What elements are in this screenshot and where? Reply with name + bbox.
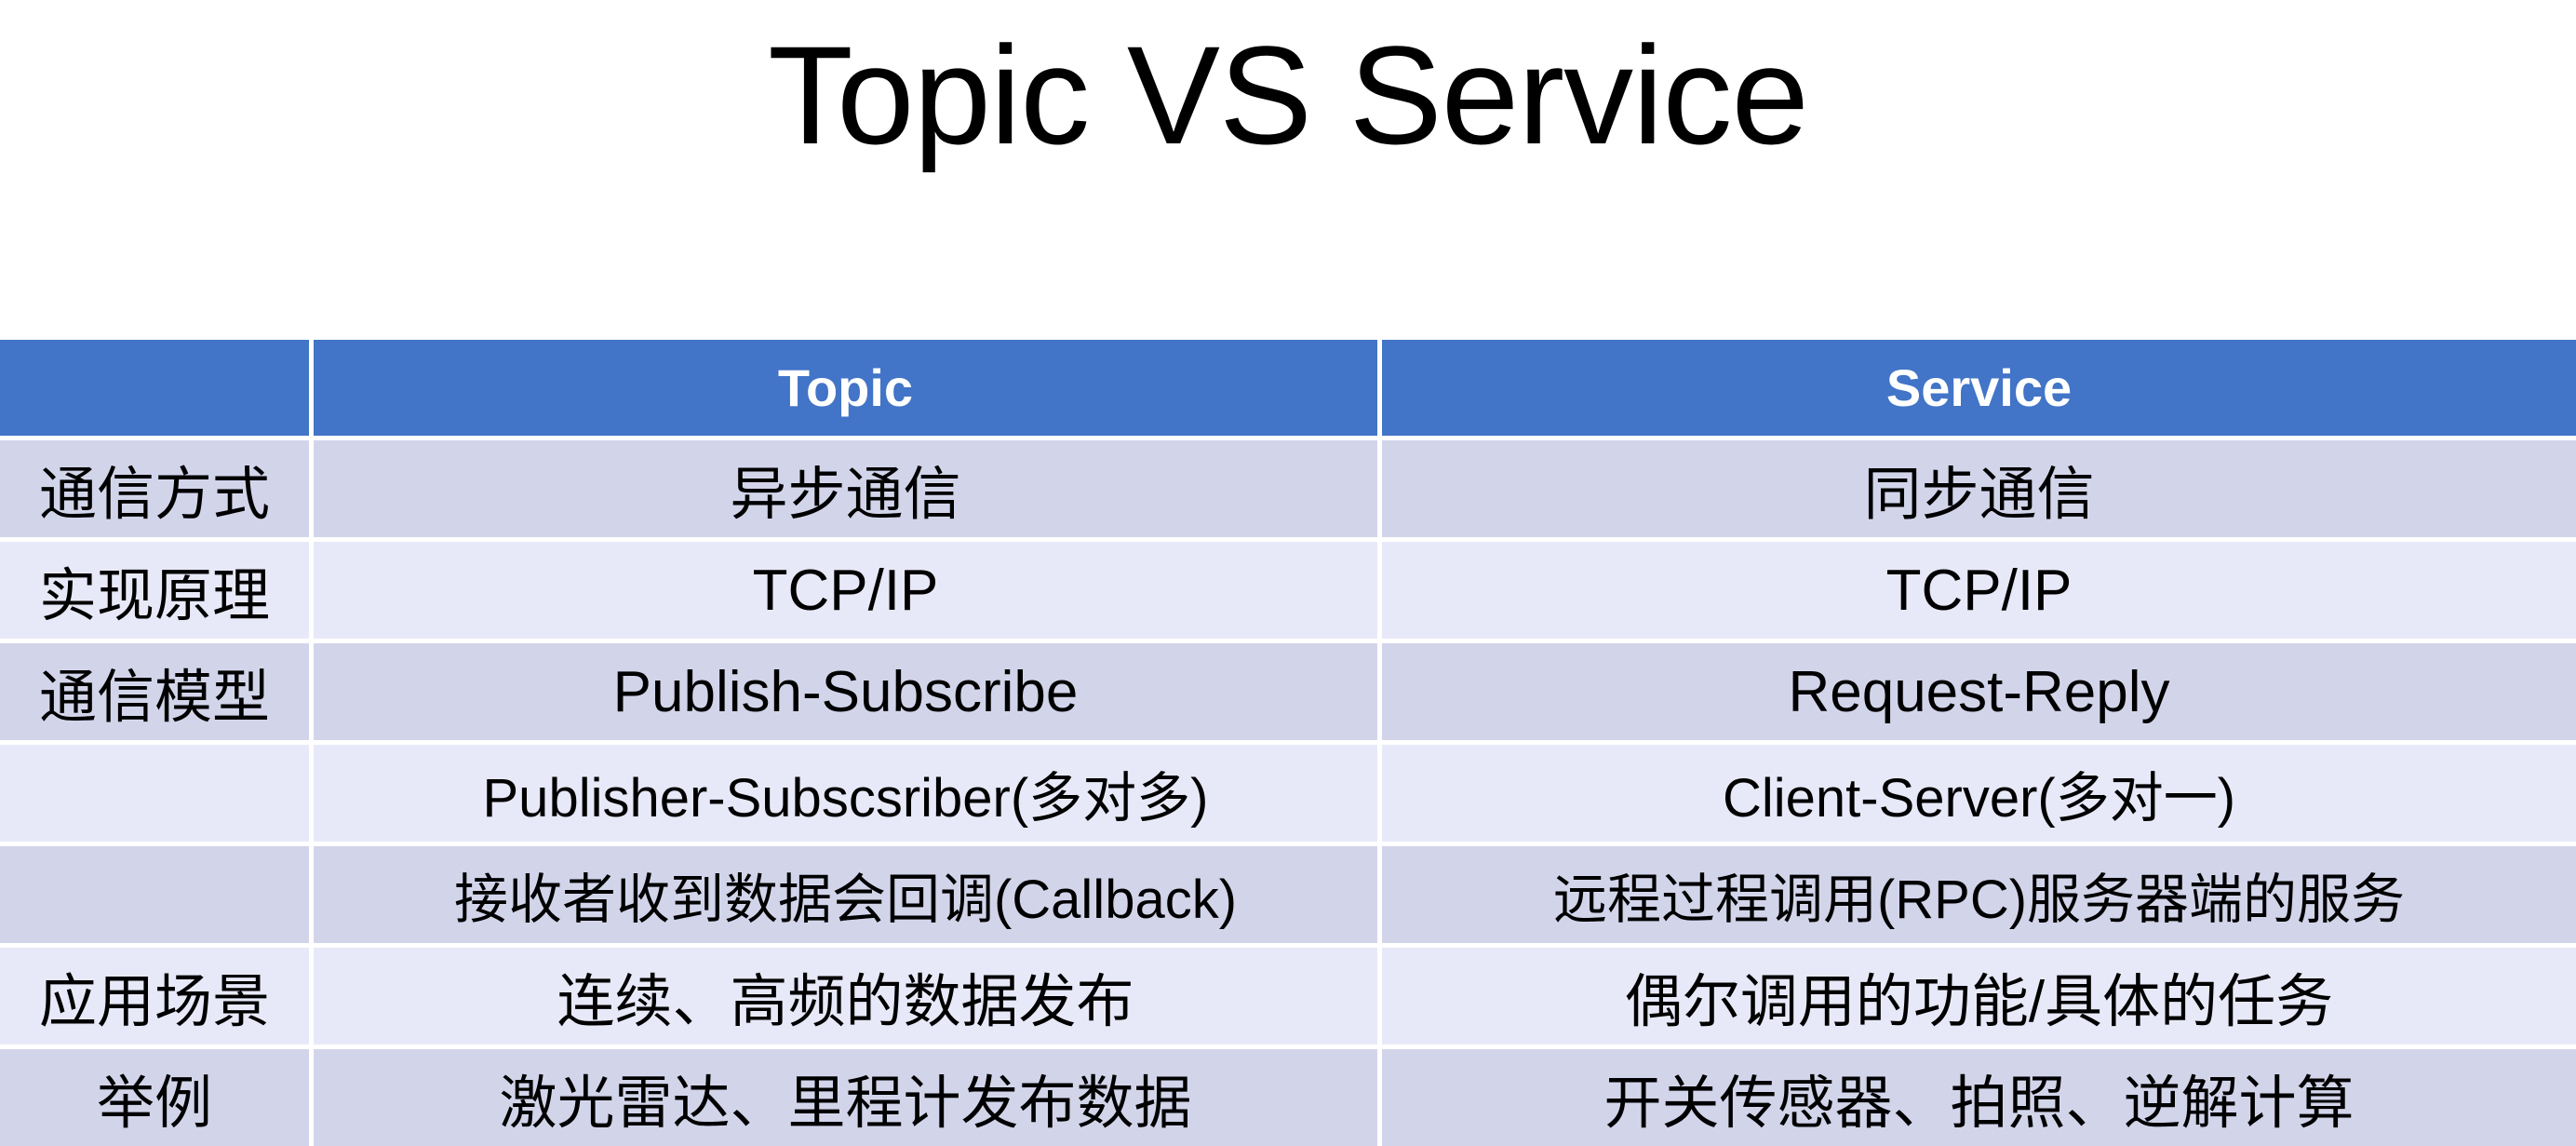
row-service-value: Client-Server(多对一) — [1382, 745, 2576, 846]
column-header-topic: Topic — [314, 340, 1382, 440]
table-header: Topic Service — [0, 340, 2576, 440]
row-label: 举例 — [0, 1049, 314, 1146]
row-service-value: 偶尔调用的功能/具体的任务 — [1382, 948, 2576, 1049]
row-label: 应用场景 — [0, 948, 314, 1049]
comparison-table: Topic Service 通信方式 异步通信 同步通信 实现原理 TCP/IP… — [0, 340, 2576, 1146]
column-header-service: Service — [1382, 340, 2576, 440]
table-row: 举例 激光雷达、里程计发布数据 开关传感器、拍照、逆解计算 — [0, 1049, 2576, 1146]
row-topic-value: 激光雷达、里程计发布数据 — [314, 1049, 1382, 1146]
row-service-value: 远程过程调用(RPC)服务器端的服务 — [1382, 846, 2576, 948]
row-service-value: 开关传感器、拍照、逆解计算 — [1382, 1049, 2576, 1146]
table-row: 接收者收到数据会回调(Callback) 远程过程调用(RPC)服务器端的服务 — [0, 846, 2576, 948]
table-header-row: Topic Service — [0, 340, 2576, 440]
table-row: Publisher-Subscsriber(多对多) Client-Server… — [0, 745, 2576, 846]
row-topic-value: TCP/IP — [314, 542, 1382, 643]
slide-canvas: Topic VS Service Topic Service 通信方式 异步通信… — [0, 0, 2576, 1146]
row-label: 实现原理 — [0, 542, 314, 643]
table-body: 通信方式 异步通信 同步通信 实现原理 TCP/IP TCP/IP 通信模型 P… — [0, 440, 2576, 1146]
table-row: 通信模型 Publish-Subscribe Request-Reply — [0, 643, 2576, 745]
page-title: Topic VS Service — [768, 17, 1809, 173]
table-row: 应用场景 连续、高频的数据发布 偶尔调用的功能/具体的任务 — [0, 948, 2576, 1049]
row-service-value: Request-Reply — [1382, 643, 2576, 745]
row-label: 通信方式 — [0, 440, 314, 542]
row-label — [0, 745, 314, 846]
row-service-value: 同步通信 — [1382, 440, 2576, 542]
row-label: 通信模型 — [0, 643, 314, 745]
column-header-label — [0, 340, 314, 440]
row-topic-value: 接收者收到数据会回调(Callback) — [314, 846, 1382, 948]
row-topic-value: 异步通信 — [314, 440, 1382, 542]
row-label — [0, 846, 314, 948]
row-service-value: TCP/IP — [1382, 542, 2576, 643]
row-topic-value: Publisher-Subscsriber(多对多) — [314, 745, 1382, 846]
table-row: 通信方式 异步通信 同步通信 — [0, 440, 2576, 542]
row-topic-value: Publish-Subscribe — [314, 643, 1382, 745]
table-row: 实现原理 TCP/IP TCP/IP — [0, 542, 2576, 643]
row-topic-value: 连续、高频的数据发布 — [314, 948, 1382, 1049]
